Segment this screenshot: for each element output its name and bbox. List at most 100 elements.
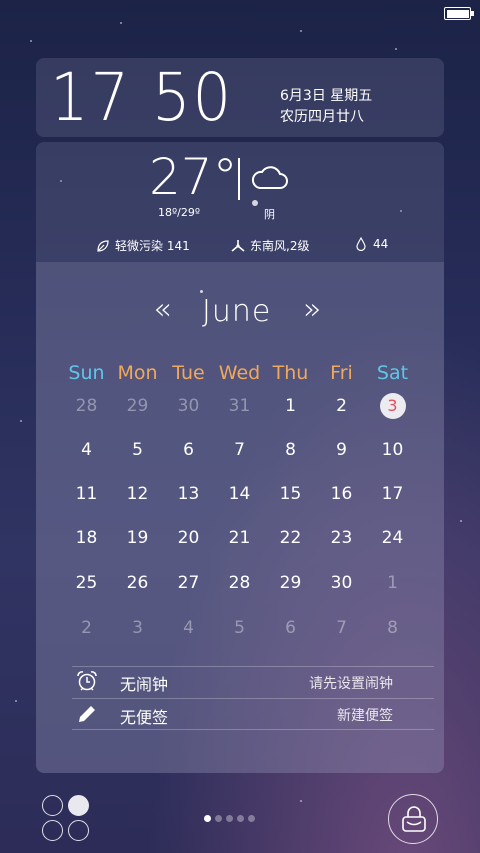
page-dot [204,815,211,822]
calendar-day[interactable]: 2 [61,610,112,646]
divider [72,698,434,699]
lock-icon [402,806,426,832]
calendar-day[interactable]: 26 [112,565,163,601]
calendar-day[interactable]: 12 [112,476,163,512]
air-quality: 轻微污染 141 [96,237,190,254]
calendar-day[interactable]: 7 [316,610,367,646]
battery-icon [444,7,474,20]
wind-text: 东南风,2级 [250,239,310,253]
grid-dot [42,820,63,841]
calendar-day[interactable]: 6 [265,610,316,646]
star [395,48,397,50]
calendar-day[interactable]: 25 [61,565,112,601]
alarm-label: 无闹钟 [120,675,169,694]
page-dot [248,815,255,822]
fan-icon [231,239,245,252]
calendar-day[interactable]: 5 [214,610,265,646]
calendar-day[interactable]: 16 [316,476,367,512]
humidity: 44 [354,237,388,251]
weekday-header: Sat [376,362,409,384]
calendar-day[interactable]: 29 [265,565,316,601]
weekday-header: Mon [117,362,158,384]
calendar-day[interactable]: 28 [214,565,265,601]
calendar-day[interactable]: 19 [112,520,163,556]
weather-calendar-panel: 27° 18º/29º 阴 轻微污染 141 东南风,2级 44 « June … [36,142,444,773]
star [300,30,302,32]
next-month-button[interactable]: » [303,290,321,330]
prev-month-button[interactable]: « [153,290,171,330]
page-dot [226,815,233,822]
calendar: « June » Sun Mon Tue Wed Thu Fri Sat 28 29 30 31 1… [36,262,444,773]
calendar-day[interactable]: 30 [316,565,367,601]
calendar-day[interactable]: 8 [367,610,418,646]
page-dot [237,815,244,822]
calendar-day[interactable]: 28 [61,388,112,424]
new-note-link[interactable]: 新建便签 [337,705,393,725]
temperature-range: 18º/29º [158,206,201,219]
grid-dot [68,795,89,816]
calendar-day[interactable]: 24 [367,520,418,556]
weekday-header: Tue [172,362,205,384]
star [460,520,462,522]
note-label: 无便签 [120,708,169,727]
calendar-day[interactable]: 30 [163,388,214,424]
star [300,800,302,802]
calendar-day[interactable]: 17 [367,476,418,512]
calendar-day[interactable]: 5 [112,432,163,468]
calendar-day[interactable]: 2 [316,388,367,424]
calendar-day-today[interactable]: 3 [367,388,418,424]
divider [238,158,240,200]
calendar-day[interactable]: 18 [61,520,112,556]
air-quality-text: 轻微污染 141 [115,239,190,253]
star [20,420,22,422]
apps-grid-button[interactable] [42,795,92,841]
calendar-day[interactable]: 3 [112,610,163,646]
calendar-day[interactable]: 8 [265,432,316,468]
temperature: 27° [149,148,238,206]
calendar-day[interactable]: 11 [61,476,112,512]
pencil-icon [79,706,95,722]
calendar-day[interactable]: 27 [163,565,214,601]
calendar-day[interactable]: 20 [163,520,214,556]
weather-condition: 阴 [264,208,275,221]
weekday-header: Wed [218,362,261,384]
set-alarm-link[interactable]: 请先设置闹钟 [309,673,393,693]
lunar-date: 农历四月廿八 [280,109,364,125]
calendar-day[interactable]: 15 [265,476,316,512]
month-title: June [202,294,272,329]
calendar-day[interactable]: 1 [367,565,418,601]
humidity-text: 44 [373,237,389,251]
clock-panel[interactable]: 17 50 6月3日 星期五 农历四月廿八 [36,58,444,137]
page-indicator [204,815,255,822]
wind: 东南风,2级 [231,237,309,254]
grid-dot [42,795,63,816]
weekday-header: Fri [330,362,353,384]
leaf-icon [97,239,109,252]
calendar-day[interactable]: 6 [163,432,214,468]
weekday-header: Thu [272,362,309,384]
calendar-day[interactable]: 21 [214,520,265,556]
grid-dot [68,820,89,841]
calendar-day[interactable]: 7 [214,432,265,468]
drop-icon [356,237,366,251]
calendar-day[interactable]: 31 [214,388,265,424]
calendar-day[interactable]: 9 [316,432,367,468]
star [120,22,122,24]
calendar-day[interactable]: 29 [112,388,163,424]
calendar-day[interactable]: 10 [367,432,418,468]
calendar-day[interactable]: 23 [316,520,367,556]
star [15,700,17,702]
unlock-button[interactable] [388,794,438,844]
star [30,40,32,42]
calendar-day[interactable]: 1 [265,388,316,424]
calendar-day[interactable]: 4 [163,610,214,646]
calendar-day[interactable]: 22 [265,520,316,556]
calendar-day[interactable]: 14 [214,476,265,512]
month-header: « June » [36,290,444,330]
divider [72,666,434,667]
calendar-day[interactable]: 13 [163,476,214,512]
calendar-day[interactable]: 4 [61,432,112,468]
page-dot [215,815,222,822]
clock-date: 6月3日 星期五 [280,88,373,104]
weekday-header: Sun [68,362,105,384]
